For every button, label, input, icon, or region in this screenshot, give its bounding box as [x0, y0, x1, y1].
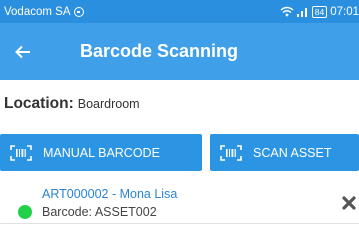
list-item[interactable]: ART000002 - Mona Lisa Barcode: ASSET002 — [0, 181, 359, 225]
barcode-scan-icon — [220, 144, 242, 161]
app-bar: Barcode Scanning — [0, 23, 359, 80]
status-time: 07:01 — [330, 5, 359, 18]
carrier-name: Vodacom SA — [4, 5, 71, 18]
location-row: Location: Boardroom — [4, 95, 140, 113]
asset-title[interactable]: ART000002 - Mona Lisa — [42, 187, 177, 201]
manual-barcode-label: MANUAL BARCODE — [43, 145, 160, 160]
battery-icon: 84 — [311, 5, 328, 18]
row-divider — [0, 223, 359, 224]
status-bar: Vodacom SA 84 07:01 — [0, 0, 359, 23]
back-button[interactable] — [0, 23, 46, 80]
signal-icon — [296, 7, 307, 17]
manual-barcode-button[interactable]: MANUAL BARCODE — [0, 134, 202, 171]
page-title: Barcode Scanning — [80, 41, 239, 61]
location-value: Boardroom — [77, 97, 140, 111]
scan-asset-button[interactable]: SCAN ASSET — [210, 134, 359, 171]
carrier-status-icon — [74, 6, 85, 17]
status-right: 84 07:01 — [280, 5, 359, 18]
wifi-icon — [280, 6, 294, 17]
scan-asset-label: SCAN ASSET — [253, 145, 332, 160]
close-icon — [342, 196, 356, 210]
asset-barcode: Barcode: ASSET002 — [42, 205, 157, 219]
location-label: Location: — [4, 95, 74, 112]
remove-asset-button[interactable] — [339, 194, 359, 212]
status-left: Vodacom SA — [4, 5, 85, 18]
status-indicator — [18, 205, 32, 219]
arrow-left-icon — [15, 45, 30, 58]
barcode-scan-icon — [10, 144, 32, 161]
